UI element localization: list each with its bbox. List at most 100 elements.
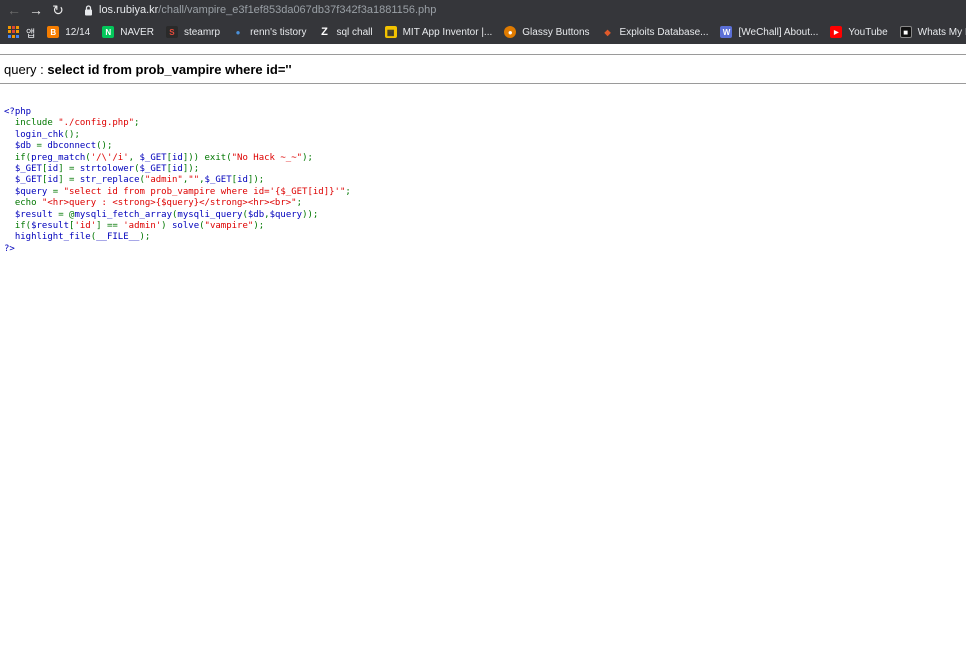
code-token: "select id from prob_vampire where id='{… bbox=[63, 186, 346, 197]
blogger-icon: B bbox=[47, 26, 60, 38]
code-token: if( bbox=[4, 220, 32, 231]
code-token: include bbox=[4, 118, 59, 129]
code-token: $db bbox=[4, 141, 37, 152]
code-token: "admin" bbox=[144, 175, 183, 186]
code-line: $db = dbconnect(); bbox=[4, 141, 351, 152]
code-line: <?php bbox=[4, 107, 351, 118]
back-icon[interactable]: ← bbox=[3, 0, 25, 20]
bookmark-label: sql chall bbox=[336, 26, 373, 38]
bookmark-label: MIT App Inventor |... bbox=[402, 26, 493, 38]
naver-icon: N bbox=[102, 26, 115, 38]
code-line: $query = "select id from prob_vampire wh… bbox=[4, 187, 351, 198]
code-token: "" bbox=[188, 175, 200, 186]
code-token: login_chk bbox=[4, 129, 64, 140]
code-line: $result = @mysqli_fetch_array(mysqli_que… bbox=[4, 210, 351, 221]
lock-icon[interactable] bbox=[81, 0, 95, 20]
bookmark-label: Glassy Buttons bbox=[522, 26, 590, 38]
bookmark-12-14[interactable]: B 12/14 bbox=[41, 20, 96, 44]
bookmark-label: NAVER bbox=[120, 26, 154, 38]
code-token: , bbox=[128, 152, 140, 163]
code-token: strtolower bbox=[79, 163, 135, 174]
bookmark-exploits-database[interactable]: ◆ Exploits Database... bbox=[596, 20, 715, 44]
php-source-code: <?php include "./config.php"; login_chk(… bbox=[4, 107, 351, 255]
url-path: /chall/vampire_e3f1ef853da067db37f342f3a… bbox=[158, 4, 437, 16]
code-token: "./config.php" bbox=[58, 118, 135, 129]
code-token: ; bbox=[296, 198, 303, 209]
code-line: login_chk(); bbox=[4, 130, 351, 141]
bookmark-label: renn's tistory bbox=[250, 26, 307, 38]
code-token: ])) exit( bbox=[182, 152, 232, 163]
url-host: los.rubiya.kr bbox=[99, 4, 159, 16]
bookmark-label: 앱 bbox=[26, 28, 36, 40]
apps-grid-icon bbox=[8, 26, 20, 38]
code-token: ) bbox=[161, 220, 173, 231]
glassy-icon: ● bbox=[504, 26, 517, 38]
code-token: ; bbox=[134, 118, 140, 129]
steamrp-icon: S bbox=[165, 26, 178, 38]
code-token: preg_match bbox=[31, 152, 86, 163]
bookmark-label: Exploits Database... bbox=[619, 26, 709, 38]
code-token: if( bbox=[4, 152, 32, 163]
code-token: solve bbox=[172, 220, 200, 231]
code-token: __FILE__ bbox=[96, 232, 140, 243]
code-token: ]); bbox=[247, 175, 265, 186]
code-line: $_GET[id] = strtolower($_GET[id]); bbox=[4, 164, 351, 175]
code-line: if($result['id'] == 'admin') solve("vamp… bbox=[4, 221, 351, 232]
reload-icon[interactable]: ↻ bbox=[47, 0, 69, 20]
code-line: $_GET[id] = str_replace("admin","",$_GET… bbox=[4, 175, 351, 186]
code-token: ]); bbox=[182, 163, 200, 174]
code-token: ); bbox=[139, 232, 151, 243]
horizontal-rule bbox=[0, 54, 966, 55]
bookmark-label: steamrp bbox=[183, 26, 221, 38]
code-token: = @ bbox=[58, 209, 75, 220]
code-token: $query bbox=[269, 209, 303, 220]
code-line: highlight_file(__FILE__); bbox=[4, 232, 351, 243]
browser-toolbar: ← → ↻ los.rubiya.kr/chall/vampire_e3f1ef… bbox=[0, 0, 966, 20]
z-icon: Z bbox=[321, 26, 328, 38]
bookmark-apps[interactable]: 앱 bbox=[0, 20, 41, 44]
code-token: = bbox=[36, 141, 48, 152]
code-token: ] = bbox=[58, 163, 80, 174]
code-token: = bbox=[52, 186, 64, 197]
query-line: query : select id from prob_vampire wher… bbox=[4, 62, 292, 77]
code-token: 'id' bbox=[74, 220, 97, 231]
tistory-icon: ● bbox=[235, 27, 241, 37]
code-token: id bbox=[172, 163, 183, 174]
horizontal-rule bbox=[0, 83, 966, 84]
code-token: "No Hack ~_~" bbox=[231, 152, 303, 163]
bookmark-whats-my-ip[interactable]: ■ Whats My IP A bbox=[894, 20, 966, 44]
code-token: (); bbox=[63, 129, 80, 140]
code-token: ); bbox=[253, 220, 265, 231]
bookmark-renns-tistory[interactable]: ● renn's tistory bbox=[226, 20, 312, 44]
code-token: ] == bbox=[96, 220, 124, 231]
code-token: id bbox=[47, 175, 59, 186]
exploit-db-icon: ◆ bbox=[604, 27, 611, 37]
app-inventor-icon: ▦ bbox=[384, 26, 397, 38]
code-line: echo "<hr>query : <strong>{$query}</stro… bbox=[4, 198, 351, 209]
bookmark-wechall[interactable]: W [WeChall] About... bbox=[714, 20, 824, 44]
bookmark-mit-app-inventor[interactable]: ▦ MIT App Inventor |... bbox=[379, 20, 499, 44]
bookmark-glassy-buttons[interactable]: ● Glassy Buttons bbox=[498, 20, 595, 44]
code-token: id bbox=[47, 163, 59, 174]
bookmark-sql-chall[interactable]: Z sql chall bbox=[312, 20, 378, 44]
youtube-icon: ▶ bbox=[830, 26, 843, 38]
query-prefix: query : bbox=[4, 62, 48, 77]
code-token: ); bbox=[302, 152, 313, 163]
bookmark-naver[interactable]: N NAVER bbox=[96, 20, 160, 44]
code-token: dbconnect bbox=[47, 141, 97, 152]
wechall-icon: W bbox=[720, 26, 733, 38]
code-token: id bbox=[237, 175, 248, 186]
code-token: $db bbox=[247, 209, 265, 220]
code-line: if(preg_match('/\'/i', $_GET[id])) exit(… bbox=[4, 153, 351, 164]
bookmark-youtube[interactable]: ▶ YouTube bbox=[824, 20, 893, 44]
code-token: ] = bbox=[58, 175, 80, 186]
address-bar[interactable]: los.rubiya.kr/chall/vampire_e3f1ef853da0… bbox=[99, 4, 436, 16]
forward-icon[interactable]: → bbox=[25, 0, 47, 20]
code-token: mysqli_fetch_array bbox=[74, 209, 172, 220]
bookmark-steamrp[interactable]: S steamrp bbox=[160, 20, 226, 44]
code-token: ?> bbox=[4, 243, 15, 254]
code-token: echo bbox=[4, 198, 42, 209]
code-token: $_GET bbox=[139, 152, 167, 163]
code-token: $result bbox=[4, 209, 59, 220]
code-token: mysqli_query bbox=[177, 209, 243, 220]
